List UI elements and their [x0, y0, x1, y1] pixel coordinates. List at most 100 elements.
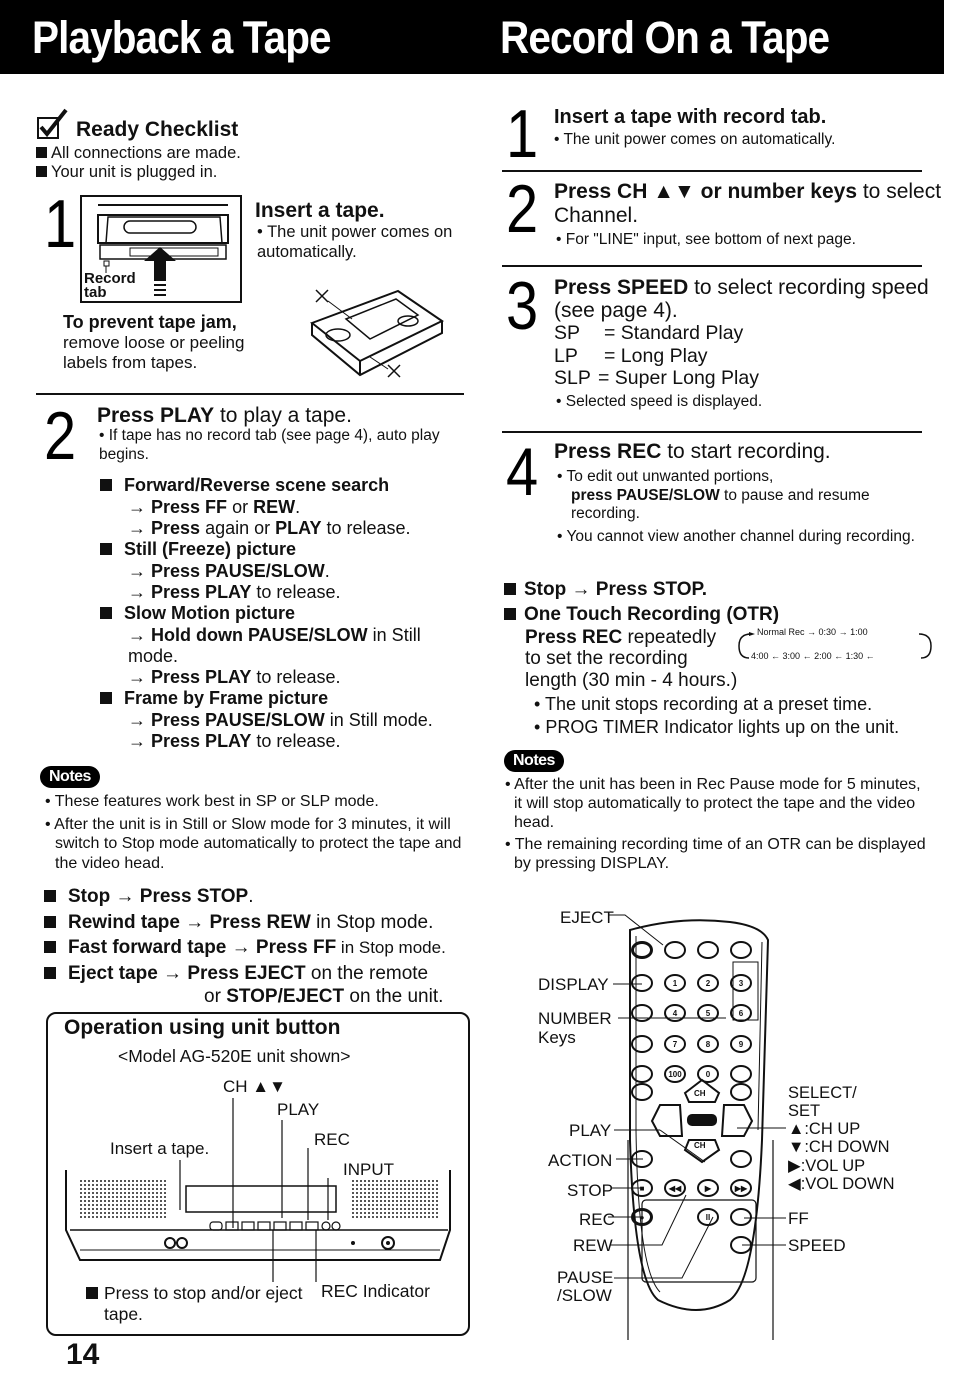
step-number: 1: [44, 186, 77, 262]
record-step4: Press REC to start recording. • To edit …: [554, 440, 944, 546]
step-number: 4: [506, 434, 539, 510]
remote-tape-position-button: [631, 1004, 653, 1022]
feature-step: → Press PAUSE/SLOW in Still mode.: [128, 710, 433, 731]
step-title: Press CH ▲▼ or number keys to select Cha…: [554, 180, 942, 227]
square-bullet-icon: [36, 166, 47, 178]
feature-list: Forward/Reverse scene search → Press FF …: [100, 475, 480, 752]
action-fast-forward: Fast forward tape → Press FF in Stop mod…: [44, 935, 484, 961]
feature-title: Forward/Reverse scene search: [100, 475, 480, 497]
operation-title: Operation using unit button: [64, 1016, 341, 1039]
action-eject-line2: or STOP/EJECT on the unit.: [204, 985, 444, 1007]
label-rec-indicator: REC Indicator: [321, 1281, 430, 1301]
square-bullet-icon: [44, 915, 56, 928]
remote-buttons: 1 2 3 4 5 6 7 8 9 100 0 ■ ◀◀ ▶ ▶▶ ● II CH CH: [530, 900, 780, 1340]
step-number: 3: [506, 268, 539, 344]
remote-ch-down-label: CH: [694, 1141, 706, 1150]
remote-rec-button: ●: [631, 1208, 653, 1226]
square-bullet-icon: [86, 1287, 98, 1299]
title-playback: Playback a Tape: [32, 12, 332, 63]
playback-step2: Press PLAY to play a tape. If tape has n…: [97, 404, 477, 464]
step-bullet: Selected speed is displayed.: [554, 393, 944, 412]
tape-jam-warning: To prevent tape jam, remove loose or pee…: [63, 312, 278, 373]
square-bullet-icon: [100, 479, 112, 491]
feature-title: Slow Motion picture: [100, 603, 480, 625]
action-rewind: Rewind tape → Press REW in Stop mode.: [44, 910, 484, 936]
remote-key-1: 1: [664, 974, 686, 992]
step-title: Press REC to start recording.: [554, 440, 831, 463]
feature-step: → Press PLAY to release.: [128, 581, 341, 602]
remote-mute-button: [631, 1083, 653, 1101]
divider: [502, 170, 922, 172]
feature-title: Frame by Frame picture: [100, 688, 480, 710]
operation-subtitle: <Model AG-520E unit shown>: [118, 1046, 351, 1066]
step-bullet: For "LINE" input, see bottom of next pag…: [554, 231, 944, 250]
action-stop: Stop → Press STOP.: [44, 884, 484, 910]
speed-item: LP = Long Play: [554, 344, 708, 367]
step-bullet: The unit power comes on automatically.: [255, 223, 465, 263]
remote-speed-button: [730, 1236, 752, 1254]
record-tab-label: Record tab: [84, 270, 136, 302]
divider: [36, 393, 464, 395]
otr-title: One Touch Recording (OTR): [504, 604, 949, 627]
step-bullet: • To edit out unwanted portions, press PA…: [557, 468, 870, 523]
remote-ff-button: ▶▶: [730, 1179, 752, 1197]
remote-key-2: 2: [697, 974, 719, 992]
record-stop: Stop → Press STOP.: [504, 579, 949, 602]
square-bullet-icon: [100, 692, 112, 705]
step-bullet: • You cannot view another channel during…: [557, 527, 915, 545]
square-bullet-icon: [44, 890, 56, 902]
note-item: The remaining recording time of an OTR c…: [504, 835, 929, 873]
remote-label-ff: FF: [788, 1209, 809, 1228]
remote-right-labels: SELECT/ SET ▲:CH UP ▼:CH DOWN ▶:VOL UP ◀…: [788, 1084, 895, 1193]
notes-badge: Notes: [504, 750, 564, 772]
square-bullet-icon: [100, 607, 112, 620]
otr-cycle-diagram: Normal Rec → 0:30 → 1:00 4:00 ← 3:00 ← 2…: [735, 627, 935, 665]
step-title: Press SPEED to select recording speed (s…: [554, 276, 929, 323]
vcr-unit-illustration: [65, 1098, 451, 1282]
remote-counter2-button: [730, 1208, 752, 1226]
feature-title: Still (Freeze) picture: [100, 539, 480, 561]
remote-counter-button: [631, 1035, 653, 1053]
remote-action-button: [631, 1150, 653, 1168]
note-item: After the unit is in Still or Slow mode …: [40, 815, 475, 873]
feature-step: → Press PLAY to release.: [128, 667, 341, 688]
remote-key-9: 9: [730, 1035, 752, 1053]
remote-key-4: 4: [664, 1004, 686, 1022]
remote-ch-up-label: CH: [694, 1089, 706, 1098]
cycle-bottom: 4:00 ← 3:00 ← 2:00 ← 1:30 ←: [751, 651, 875, 661]
speed-list: SP = Standard Play LP = Long Play SLP = Sup…: [554, 322, 944, 389]
feature-step: → Press FF or REW.: [128, 496, 301, 517]
step-number: 2: [44, 398, 77, 474]
step-title: Press PLAY to play a tape.: [97, 404, 352, 427]
otr-bullets: The unit stops recording at a preset tim…: [504, 693, 949, 740]
cycle-top: Normal Rec → 0:30 → 1:00: [757, 627, 868, 637]
page-number: 14: [66, 1338, 100, 1371]
step-title: Insert a tape.: [255, 199, 385, 222]
divider: [502, 265, 922, 267]
square-bullet-icon: [504, 607, 516, 620]
record-step3: Press SPEED to select recording speed (s…: [554, 276, 944, 412]
square-bullet-icon: [44, 941, 56, 954]
step-bullet: The unit power comes on automatically.: [554, 131, 944, 150]
checklist-item: All connections are made.: [36, 144, 241, 163]
record-notes: Notes After the unit has been in Rec Pau…: [504, 750, 944, 873]
remote-label-vol-down: ◀:VOL DOWN: [788, 1174, 895, 1193]
feature-step: → Press PAUSE/SLOW.: [128, 560, 330, 581]
remote-label-select: SELECT/: [788, 1084, 857, 1102]
remote-add-dlt-button: [730, 1065, 752, 1083]
note-item: After the unit has been in Rec Pause mod…: [504, 775, 929, 833]
remote-search-button: [730, 1083, 752, 1101]
speed-item: SP = Standard Play: [554, 322, 744, 345]
playback-notes: Notes These features work best in SP or …: [40, 766, 480, 873]
remote-key-0: 0: [697, 1065, 719, 1083]
playback-step1-text: Insert a tape. The unit power comes on a…: [255, 199, 465, 263]
remote-play-button: ▶: [697, 1179, 719, 1197]
checklist-item: Your unit is plugged in.: [36, 163, 241, 182]
action-eject: Eject tape → Press EJECT on the remote: [44, 961, 484, 987]
remote-rtone-button: [631, 1065, 653, 1083]
header-bar: Playback a Tape Record On a Tape: [0, 0, 944, 74]
remote-rew-button: ◀◀: [664, 1179, 686, 1197]
remote-label-speed: SPEED: [788, 1236, 846, 1255]
remote-key-6: 6: [730, 1004, 752, 1022]
remote-key-3: 3: [730, 974, 752, 992]
